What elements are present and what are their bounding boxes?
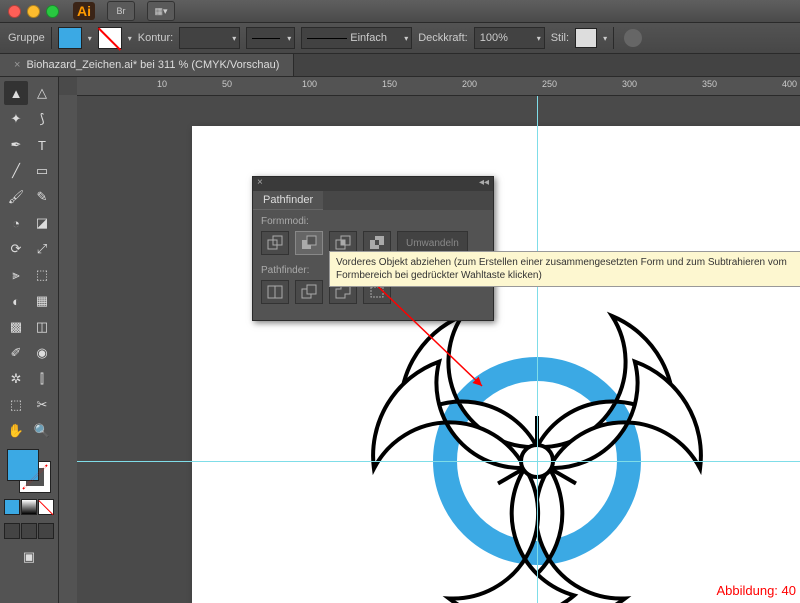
minimize-window[interactable] <box>27 5 40 18</box>
stil-label: Stil: <box>551 32 569 44</box>
app-logo: Ai <box>73 2 95 20</box>
eyedropper-tool[interactable]: ✐ <box>4 341 28 365</box>
var-width-profile[interactable] <box>246 27 295 49</box>
shape-mode-unite[interactable] <box>261 231 289 255</box>
mesh-tool[interactable]: ▩ <box>4 315 28 339</box>
style-swatch[interactable] <box>575 28 597 48</box>
blob-brush-tool[interactable]: ◔ <box>4 211 28 235</box>
eraser-tool[interactable]: ◪ <box>30 211 54 235</box>
brush-def-dropdown[interactable]: Einfach <box>301 27 412 49</box>
fill-stroke-indicator[interactable] <box>7 449 51 493</box>
screen-present[interactable] <box>38 523 54 539</box>
tooltip: Vorderes Objekt abziehen (zum Erstellen … <box>329 251 800 287</box>
none-mode[interactable] <box>38 499 54 515</box>
blend-tool[interactable]: ◉ <box>30 341 54 365</box>
free-transform-tool[interactable]: ⬚ <box>30 263 54 287</box>
graph-tool[interactable]: ⫿ <box>30 367 54 391</box>
type-tool[interactable]: T <box>30 133 54 157</box>
rectangle-tool[interactable]: ▭ <box>30 159 54 183</box>
panel-tab-pathfinder[interactable]: Pathfinder <box>253 191 323 210</box>
figure-caption: Abbildung: 40 <box>716 583 796 598</box>
slice-tool[interactable]: ✂ <box>30 393 54 417</box>
screen-full[interactable] <box>21 523 37 539</box>
perspective-tool[interactable]: ▦ <box>30 289 54 313</box>
horizontal-ruler: 10 50 100 150 200 250 300 350 400 <box>77 77 800 96</box>
pathfinder-trim[interactable] <box>295 280 323 304</box>
line-tool[interactable]: ╱ <box>4 159 28 183</box>
selection-type-label: Gruppe <box>8 32 45 44</box>
stroke-swatch[interactable] <box>98 27 122 49</box>
tool-panel: ▲△ ✦⟆ ✒T ╱▭ 🖌✎ ◔◪ ⟳⤢ ⫸⬚ ◐▦ ▩◫ ✐◉ ✲⫿ ⬚✂ ✋… <box>0 77 59 603</box>
panel-collapse-icon[interactable]: ◂◂ <box>479 177 489 191</box>
pencil-tool[interactable]: ✎ <box>30 185 54 209</box>
paintbrush-tool[interactable]: 🖌 <box>4 185 28 209</box>
selection-tool[interactable]: ▲ <box>4 81 28 105</box>
panel-close-icon[interactable]: × <box>257 177 263 191</box>
width-tool[interactable]: ⫸ <box>4 263 28 287</box>
pathfinder-divide[interactable] <box>261 280 289 304</box>
shape-mode-minus-front[interactable] <box>295 231 323 255</box>
bridge-button[interactable]: Br <box>107 1 135 21</box>
recolor-artwork-icon[interactable] <box>624 29 642 47</box>
deckkraft-label: Deckkraft: <box>418 32 468 44</box>
guide-horizontal <box>77 461 800 462</box>
hand-tool[interactable]: ✋ <box>4 419 28 443</box>
shape-builder-tool[interactable]: ◐ <box>4 289 28 313</box>
scale-tool[interactable]: ⤢ <box>30 237 54 261</box>
opacity-input[interactable]: 100% <box>474 27 545 49</box>
fill-swatch[interactable] <box>58 27 82 49</box>
screen-normal[interactable] <box>4 523 20 539</box>
lasso-tool[interactable]: ⟆ <box>30 107 54 131</box>
layout-button[interactable]: ▦▾ <box>147 1 175 21</box>
gradient-tool[interactable]: ◫ <box>30 315 54 339</box>
magic-wand-tool[interactable]: ✦ <box>4 107 28 131</box>
formmodi-label: Formmodi: <box>261 216 485 227</box>
symbol-sprayer-tool[interactable]: ✲ <box>4 367 28 391</box>
rotate-tool[interactable]: ⟳ <box>4 237 28 261</box>
stroke-weight-input[interactable] <box>179 27 240 49</box>
change-screen-mode[interactable]: ▣ <box>17 545 41 569</box>
direct-selection-tool[interactable]: △ <box>30 81 54 105</box>
zoom-tool[interactable]: 🔍 <box>30 419 54 443</box>
kontur-label: Kontur: <box>138 32 173 44</box>
zoom-window[interactable] <box>46 5 59 18</box>
pen-tool[interactable]: ✒ <box>4 133 28 157</box>
canvas[interactable]: Abbildung: 40 ×◂◂ Pathfinder Formmodi: U… <box>77 96 800 603</box>
close-window[interactable] <box>8 5 21 18</box>
vertical-ruler <box>59 95 78 603</box>
document-tab[interactable]: ×Biohazard_Zeichen.ai* bei 311 % (CMYK/V… <box>0 54 294 76</box>
color-mode[interactable] <box>4 499 20 515</box>
gradient-mode[interactable] <box>21 499 37 515</box>
artboard-tool[interactable]: ⬚ <box>4 393 28 417</box>
guide-vertical <box>537 96 538 603</box>
annotation-arrow <box>362 271 502 401</box>
